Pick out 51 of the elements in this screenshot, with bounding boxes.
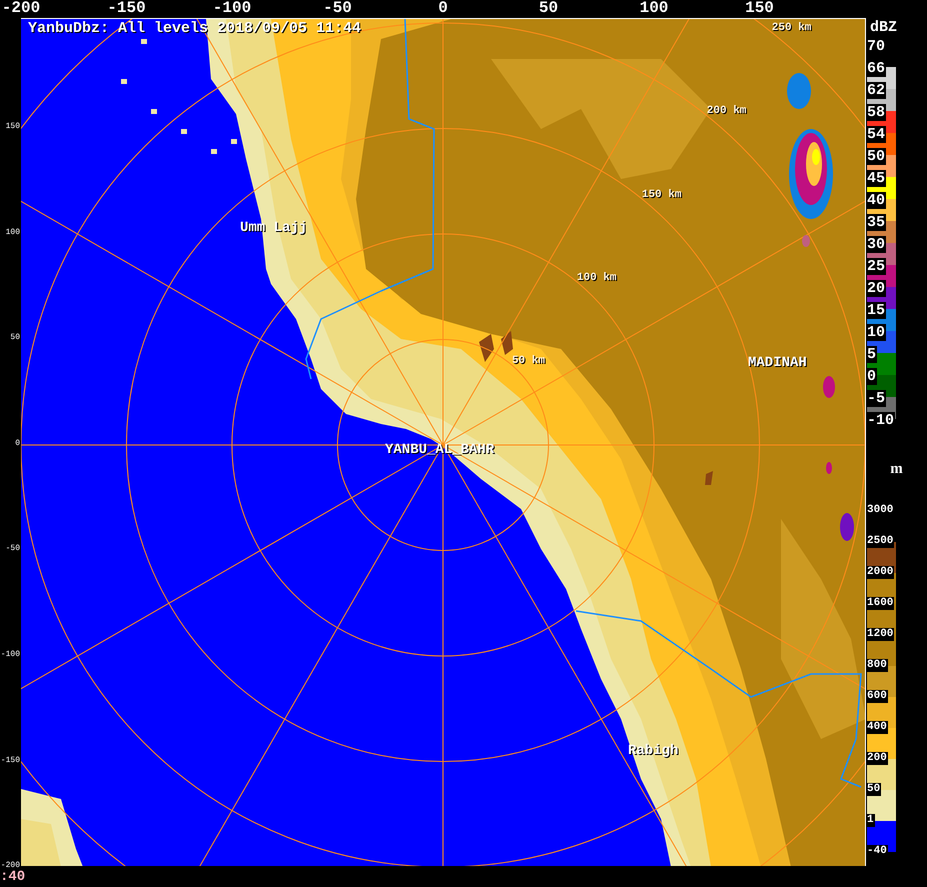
- legend-label: 10: [866, 324, 886, 341]
- axis-label: 50: [538, 0, 558, 16]
- axis-label: -150: [107, 0, 146, 16]
- legend-label: 58: [866, 104, 886, 121]
- legend-label: 2000: [866, 566, 894, 579]
- legend-unit: m: [890, 462, 903, 476]
- legend-label: 35: [866, 214, 886, 231]
- axis-label: -150: [0, 756, 20, 765]
- range-label: 150 km: [642, 190, 682, 201]
- legend-label: 1: [866, 814, 875, 827]
- legend-label: 50: [866, 148, 886, 165]
- range-label: 100 km: [576, 272, 616, 284]
- axis-label: 0: [15, 440, 20, 448]
- legend-label: 20: [866, 280, 886, 297]
- legend-label: 400: [866, 721, 888, 734]
- legend-label: 1600: [866, 597, 894, 610]
- legend-label: 1200: [866, 628, 894, 641]
- legend-label: 25: [866, 258, 886, 275]
- corner-label: :40: [0, 870, 26, 884]
- legend-label: 600: [866, 690, 888, 703]
- axis-label: 150: [6, 123, 20, 131]
- legend-label: 54: [866, 126, 886, 143]
- axis-label: -200: [0, 862, 20, 870]
- legend-label: 45: [866, 170, 886, 187]
- legend-label: 5: [866, 346, 878, 363]
- legend-label: 62: [866, 82, 886, 99]
- legend-label: 40: [866, 192, 886, 209]
- legend-label: 30: [866, 236, 886, 253]
- legend-label: 15: [866, 302, 886, 319]
- axis-label: 150: [745, 0, 774, 16]
- axis-label: -50: [323, 0, 352, 16]
- legend-label: 200: [866, 752, 888, 765]
- legend-unit: dBZ: [870, 20, 898, 34]
- axis-label: 0: [438, 0, 448, 16]
- axis-label: -100: [212, 0, 252, 16]
- axis-label: -100: [0, 651, 20, 659]
- legend-label: -5: [866, 390, 886, 407]
- axis-label: -200: [2, 0, 40, 16]
- legend-label: 0: [866, 368, 878, 385]
- range-label: 50 km: [512, 356, 545, 367]
- legend-label: 2500: [866, 535, 894, 548]
- legend-label: 800: [866, 659, 888, 672]
- legend-label: 50: [866, 783, 882, 796]
- axis-label: 100: [640, 0, 668, 16]
- place-label: MADINAH: [748, 356, 807, 370]
- range-label: 250 km: [772, 23, 812, 34]
- axis-label: 50: [10, 334, 20, 342]
- range-label: 200 km: [706, 106, 746, 118]
- axis-label: -50: [6, 545, 20, 554]
- legend-label: 66: [866, 60, 886, 77]
- axis-label: 100: [6, 228, 20, 237]
